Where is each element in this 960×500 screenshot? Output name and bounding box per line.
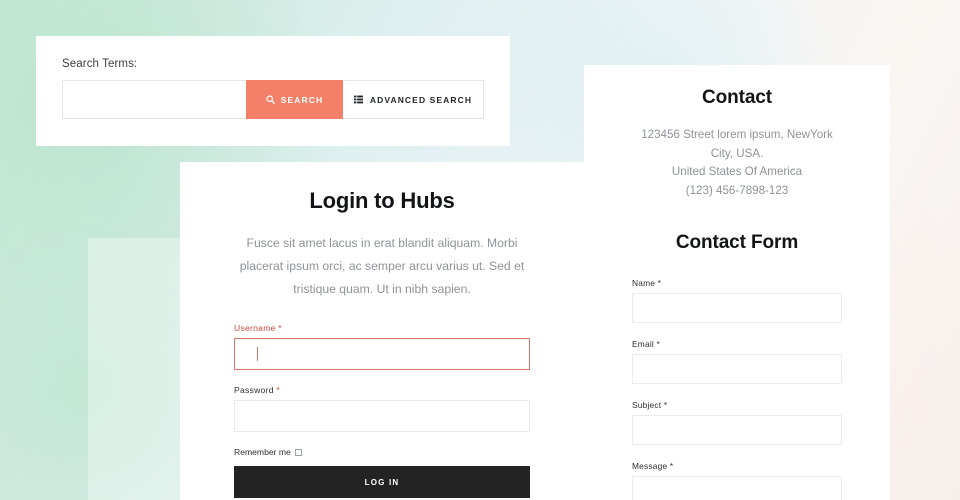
remember-me-label: Remember me xyxy=(234,447,291,457)
contact-name-group: Name * xyxy=(632,278,842,323)
login-title: Login to Hubs xyxy=(309,188,455,213)
advanced-search-button[interactable]: ADVANCED SEARCH xyxy=(343,80,484,119)
contact-message-label: Message * xyxy=(632,461,674,471)
list-grid-icon xyxy=(353,95,363,104)
contact-address-line-1: 123456 Street lorem ipsum, NewYork City,… xyxy=(641,128,833,160)
contact-email-input[interactable] xyxy=(632,354,842,384)
contact-subject-input[interactable] xyxy=(632,415,842,445)
contact-address: 123456 Street lorem ipsum, NewYork City,… xyxy=(632,126,842,200)
contact-message-textarea[interactable] xyxy=(632,476,842,500)
contact-subject-required-star: * xyxy=(663,400,668,410)
username-field-group: Username * xyxy=(234,323,530,370)
contact-subject-group: Subject * xyxy=(632,400,842,445)
username-input[interactable] xyxy=(234,338,530,370)
contact-name-required-star: * xyxy=(657,278,662,288)
search-panel: Search Terms: SEARCH ADVANCED SEARCH xyxy=(36,36,510,146)
contact-title: Contact xyxy=(701,87,773,108)
contact-address-line-2: United States Of America xyxy=(671,165,803,178)
contact-message-required-star: * xyxy=(669,461,674,471)
remember-me-checkbox[interactable] xyxy=(294,448,302,456)
contact-name-input[interactable] xyxy=(632,293,842,323)
username-required-star: * xyxy=(278,323,282,333)
text-caret xyxy=(257,347,258,361)
remember-me-row[interactable]: Remember me xyxy=(234,447,530,457)
search-input[interactable] xyxy=(62,80,246,119)
search-row: SEARCH ADVANCED SEARCH xyxy=(62,80,484,119)
contact-name-label: Name * xyxy=(632,278,662,288)
contact-message-group: Message * xyxy=(632,461,842,500)
username-label: Username * xyxy=(234,323,282,333)
advanced-search-button-label: ADVANCED SEARCH xyxy=(369,94,473,105)
contact-subject-label: Subject * xyxy=(632,400,668,410)
password-label: Password * xyxy=(234,385,280,395)
contact-email-required-star: * xyxy=(656,339,660,349)
login-description: Fusce sit amet lacus in erat blandit ali… xyxy=(239,236,525,296)
log-in-button[interactable]: LOG IN xyxy=(234,466,530,498)
search-icon xyxy=(266,95,275,105)
password-field-group: Password * xyxy=(234,385,530,432)
search-button-label: SEARCH xyxy=(280,94,324,105)
contact-form-title: Contact Form xyxy=(675,232,799,253)
search-button[interactable]: SEARCH xyxy=(246,80,343,119)
login-panel: Login to Hubs Fusce sit amet lacus in er… xyxy=(180,162,584,500)
contact-email-label: Email * xyxy=(632,339,660,349)
contact-email-group: Email * xyxy=(632,339,842,384)
contact-phone: (123) 456-7898-123 xyxy=(685,183,789,197)
contact-panel: Contact 123456 Street lorem ipsum, NewYo… xyxy=(584,65,890,500)
search-terms-label: Search Terms: xyxy=(62,58,138,70)
password-input[interactable] xyxy=(234,400,530,432)
password-required-star: * xyxy=(276,385,280,395)
